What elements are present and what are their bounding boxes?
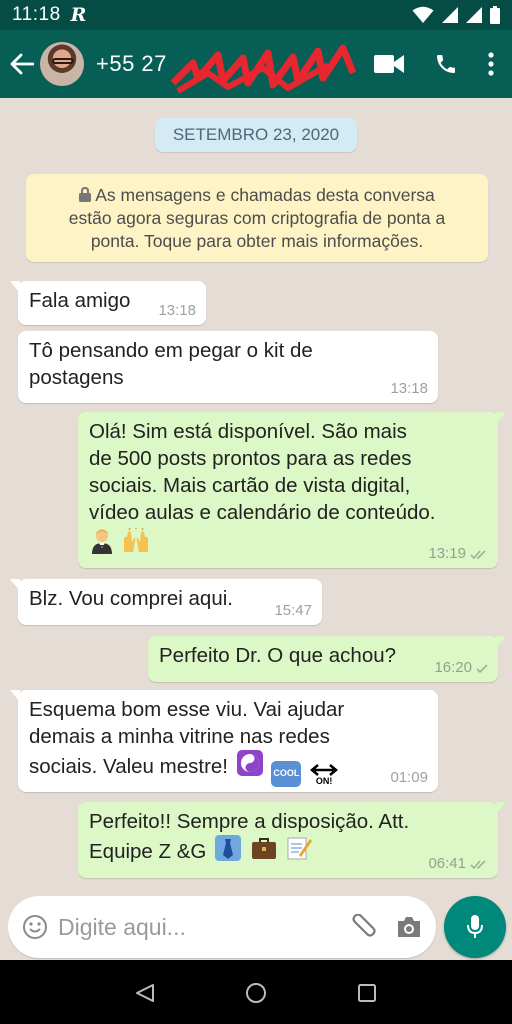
message-meta: 16:20 (434, 660, 488, 676)
encryption-notice[interactable]: As mensagens e chamadas desta conversa e… (26, 174, 488, 262)
status-bar: 11:18 R (0, 0, 512, 30)
message-time: 13:19 (428, 545, 466, 562)
attach-icon[interactable] (348, 914, 376, 940)
bubble-tail (10, 281, 20, 293)
mic-button[interactable] (444, 896, 506, 958)
message-outgoing[interactable]: Perfeito!! Sempre a disposição. Att. Equ… (78, 802, 506, 878)
back-button[interactable] (4, 30, 40, 98)
contact-number: +55 27 (96, 51, 167, 76)
message-line: sociais. Mais cartão de vista digital, (89, 474, 411, 497)
status-indicators (412, 6, 500, 24)
message-meta: 13:18 (158, 303, 196, 319)
encryption-text-1: As mensagens e chamadas desta conversa (95, 185, 435, 205)
message-incoming[interactable]: Esquema bom esse viu. Vai ajudar demais … (10, 690, 438, 792)
mic-icon (467, 915, 483, 938)
message-meta: 06:41 (428, 856, 488, 872)
message-time: 16:20 (434, 659, 472, 676)
message-incoming[interactable]: Fala amigo 13:18 (10, 281, 206, 325)
nav-home-icon[interactable] (245, 982, 267, 1004)
message-time: 13:18 (390, 380, 428, 397)
emoji-icon[interactable] (22, 914, 48, 940)
message-meta: 13:19 (428, 546, 488, 562)
man-in-tuxedo-emoji-icon (92, 529, 112, 554)
phone-icon[interactable] (434, 52, 458, 76)
message-line: demais a minha vitrine nas redes (29, 725, 330, 748)
bubble-tail (10, 579, 20, 591)
date-chip: SETEMBRO 23, 2020 (155, 118, 357, 152)
cool-emoji-icon: COOL (271, 760, 302, 787)
briefcase-emoji-icon (251, 838, 276, 859)
bubble-tail (10, 690, 20, 702)
on-arrow-emoji-icon: ON! (309, 764, 339, 790)
memo-emoji-icon (287, 837, 313, 860)
lock-icon (79, 187, 92, 202)
double-check-icon (470, 859, 486, 869)
chat-area[interactable]: SETEMBRO 23, 2020 As mensagens e chamada… (0, 98, 512, 960)
nav-back-icon[interactable] (135, 983, 155, 1003)
status-time: 11:18 (12, 4, 61, 25)
message-text: Blz. Vou comprei aqui. (29, 587, 233, 610)
chat-header: +55 27 (0, 30, 512, 98)
signal-icon-2 (466, 7, 482, 23)
message-line: sociais. Valeu mestre! COOL ON! (29, 750, 428, 790)
message-line: de 500 posts prontos para as redes (89, 447, 412, 470)
avatar-glasses (52, 58, 74, 64)
necktie-emoji-icon (215, 835, 242, 861)
message-text: sociais. Valeu mestre! (29, 755, 229, 778)
message-input[interactable]: Digite aqui... (58, 914, 348, 941)
message-time: 01:09 (390, 769, 428, 786)
message-line: Esquema bom esse viu. Vai ajudar (29, 698, 345, 721)
message-line: Perfeito!! Sempre a disposição. Att. (89, 810, 410, 833)
message-time: 06:41 (428, 855, 466, 872)
message-meta: 13:18 (390, 381, 428, 397)
bubble-tail (496, 636, 506, 648)
message-line: vídeo aulas e calendário de conteúdo. (89, 501, 436, 524)
single-check-icon (476, 663, 488, 673)
message-incoming[interactable]: Blz. Vou comprei aqui. 15:47 (10, 579, 322, 625)
video-call-icon[interactable] (374, 54, 404, 74)
more-vert-icon[interactable] (488, 52, 494, 76)
contact-name[interactable]: +55 27 (96, 44, 357, 94)
message-text: Perfeito Dr. O que achou? (159, 644, 397, 667)
app-indicator: R (70, 4, 87, 26)
left-right-arrow-icon (310, 764, 339, 776)
system-nav-bar (0, 962, 512, 1024)
signal-icon (442, 7, 458, 23)
encryption-line-2: estão agora seguras com criptografia de … (68, 208, 446, 228)
message-incoming[interactable]: Tô pensando em pegar o kit de postagens … (18, 331, 438, 403)
yin-yang-emoji-icon (236, 750, 263, 776)
nav-recents-icon[interactable] (357, 983, 377, 1003)
encryption-line-3: ponta. Toque para obter mais informações… (90, 231, 424, 251)
bubble-tail (496, 412, 506, 424)
contact-avatar[interactable] (40, 42, 84, 86)
wifi-icon (412, 6, 434, 23)
raising-hands-emoji-icon (123, 527, 148, 552)
message-time: 15:47 (274, 602, 312, 619)
camera-icon[interactable] (396, 916, 422, 938)
encryption-line-1: As mensagens e chamadas desta conversa (38, 184, 476, 207)
bubble-tail (496, 802, 506, 814)
back-arrow-icon (10, 53, 34, 75)
cool-emoji-label: COOL (273, 768, 300, 778)
on-emoji-label: ON! (315, 776, 333, 786)
message-text: Fala amigo (29, 289, 131, 312)
message-time: 13:18 (158, 302, 196, 319)
message-line: Olá! Sim está disponível. São mais (89, 420, 407, 443)
header-actions (374, 52, 494, 76)
message-composer[interactable]: Digite aqui... (8, 896, 436, 958)
message-text: Equipe Z &G (89, 840, 207, 863)
message-line: postagens (29, 366, 124, 389)
redaction-scribble (170, 44, 357, 94)
double-check-icon (470, 549, 486, 559)
message-meta: 01:09 (390, 770, 428, 786)
battery-icon (490, 6, 500, 24)
message-line: Tô pensando em pegar o kit de (29, 339, 313, 362)
message-meta: 15:47 (274, 603, 312, 619)
message-outgoing[interactable]: Olá! Sim está disponível. São mais de 50… (78, 412, 506, 568)
message-outgoing[interactable]: Perfeito Dr. O que achou? 16:20 (148, 636, 506, 682)
